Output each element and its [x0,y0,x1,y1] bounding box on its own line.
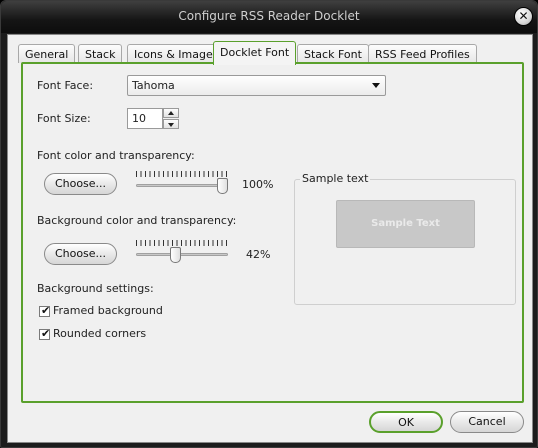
slider-ticks [136,240,228,246]
font-transparency-slider[interactable] [136,171,228,197]
chevron-down-icon [372,83,380,88]
tab-stack-font[interactable]: Stack Font [297,44,369,63]
rounded-corners-label[interactable]: Rounded corners [53,327,146,340]
checkmark-icon: ✔ [41,304,51,317]
font-size-stepper [163,108,179,129]
dialog-window: Configure RSS Reader Docklet ✕ General S… [0,0,538,448]
decrease-font-size-button[interactable] [163,119,179,129]
cancel-button[interactable]: Cancel [450,411,524,433]
title-bar[interactable]: Configure RSS Reader Docklet ✕ [1,1,537,33]
arrow-down-icon [168,123,174,127]
font-transparency-value: 100% [242,178,274,191]
slider-track [136,184,228,187]
checkmark-icon: ✔ [41,327,51,340]
rounded-corners-checkbox[interactable]: ✔ [39,327,51,340]
docklet-font-panel: Font Face: Tahoma Font Size: 10 Font col… [21,62,524,403]
slider-track [136,253,228,256]
background-transparency-thumb[interactable] [170,247,181,263]
slider-ticks [136,171,228,177]
background-settings-label: Background settings: [37,282,154,295]
font-color-label: Font color and transparency: [37,149,195,162]
sample-text-preview: Sample Text [336,200,475,248]
font-face-select[interactable]: Tahoma [127,75,386,96]
font-face-value: Tahoma [132,79,175,92]
font-size-label: Font Size: [37,112,91,125]
background-transparency-value: 42% [246,248,271,261]
background-color-choose-button[interactable]: Choose... [44,243,117,265]
tab-rss-feed-profiles[interactable]: RSS Feed Profiles [368,44,477,63]
arrow-up-icon [168,111,174,115]
window-title: Configure RSS Reader Docklet [178,9,360,23]
framed-background-label[interactable]: Framed background [53,304,163,317]
sample-text-group-title: Sample text [300,172,371,185]
font-transparency-thumb[interactable] [217,178,228,194]
font-size-input[interactable]: 10 [127,108,163,129]
framed-background-checkbox[interactable]: ✔ [39,304,51,317]
tab-docklet-font[interactable]: Docklet Font [213,41,297,65]
tab-general[interactable]: General [18,44,76,63]
tab-icons-images[interactable]: Icons & Images [127,44,226,63]
font-color-choose-button[interactable]: Choose... [44,173,117,195]
background-transparency-slider[interactable] [136,240,228,266]
font-face-label: Font Face: [37,79,94,92]
tab-stack[interactable]: Stack [78,44,123,63]
background-color-label: Background color and transparency: [37,214,237,227]
close-button[interactable]: ✕ [514,7,533,26]
sample-text-group: Sample text Sample Text [294,172,516,305]
dialog-client-area: General Stack Icons & Images Docklet Fon… [7,34,533,443]
increase-font-size-button[interactable] [163,108,179,118]
ok-button[interactable]: OK [369,411,443,433]
